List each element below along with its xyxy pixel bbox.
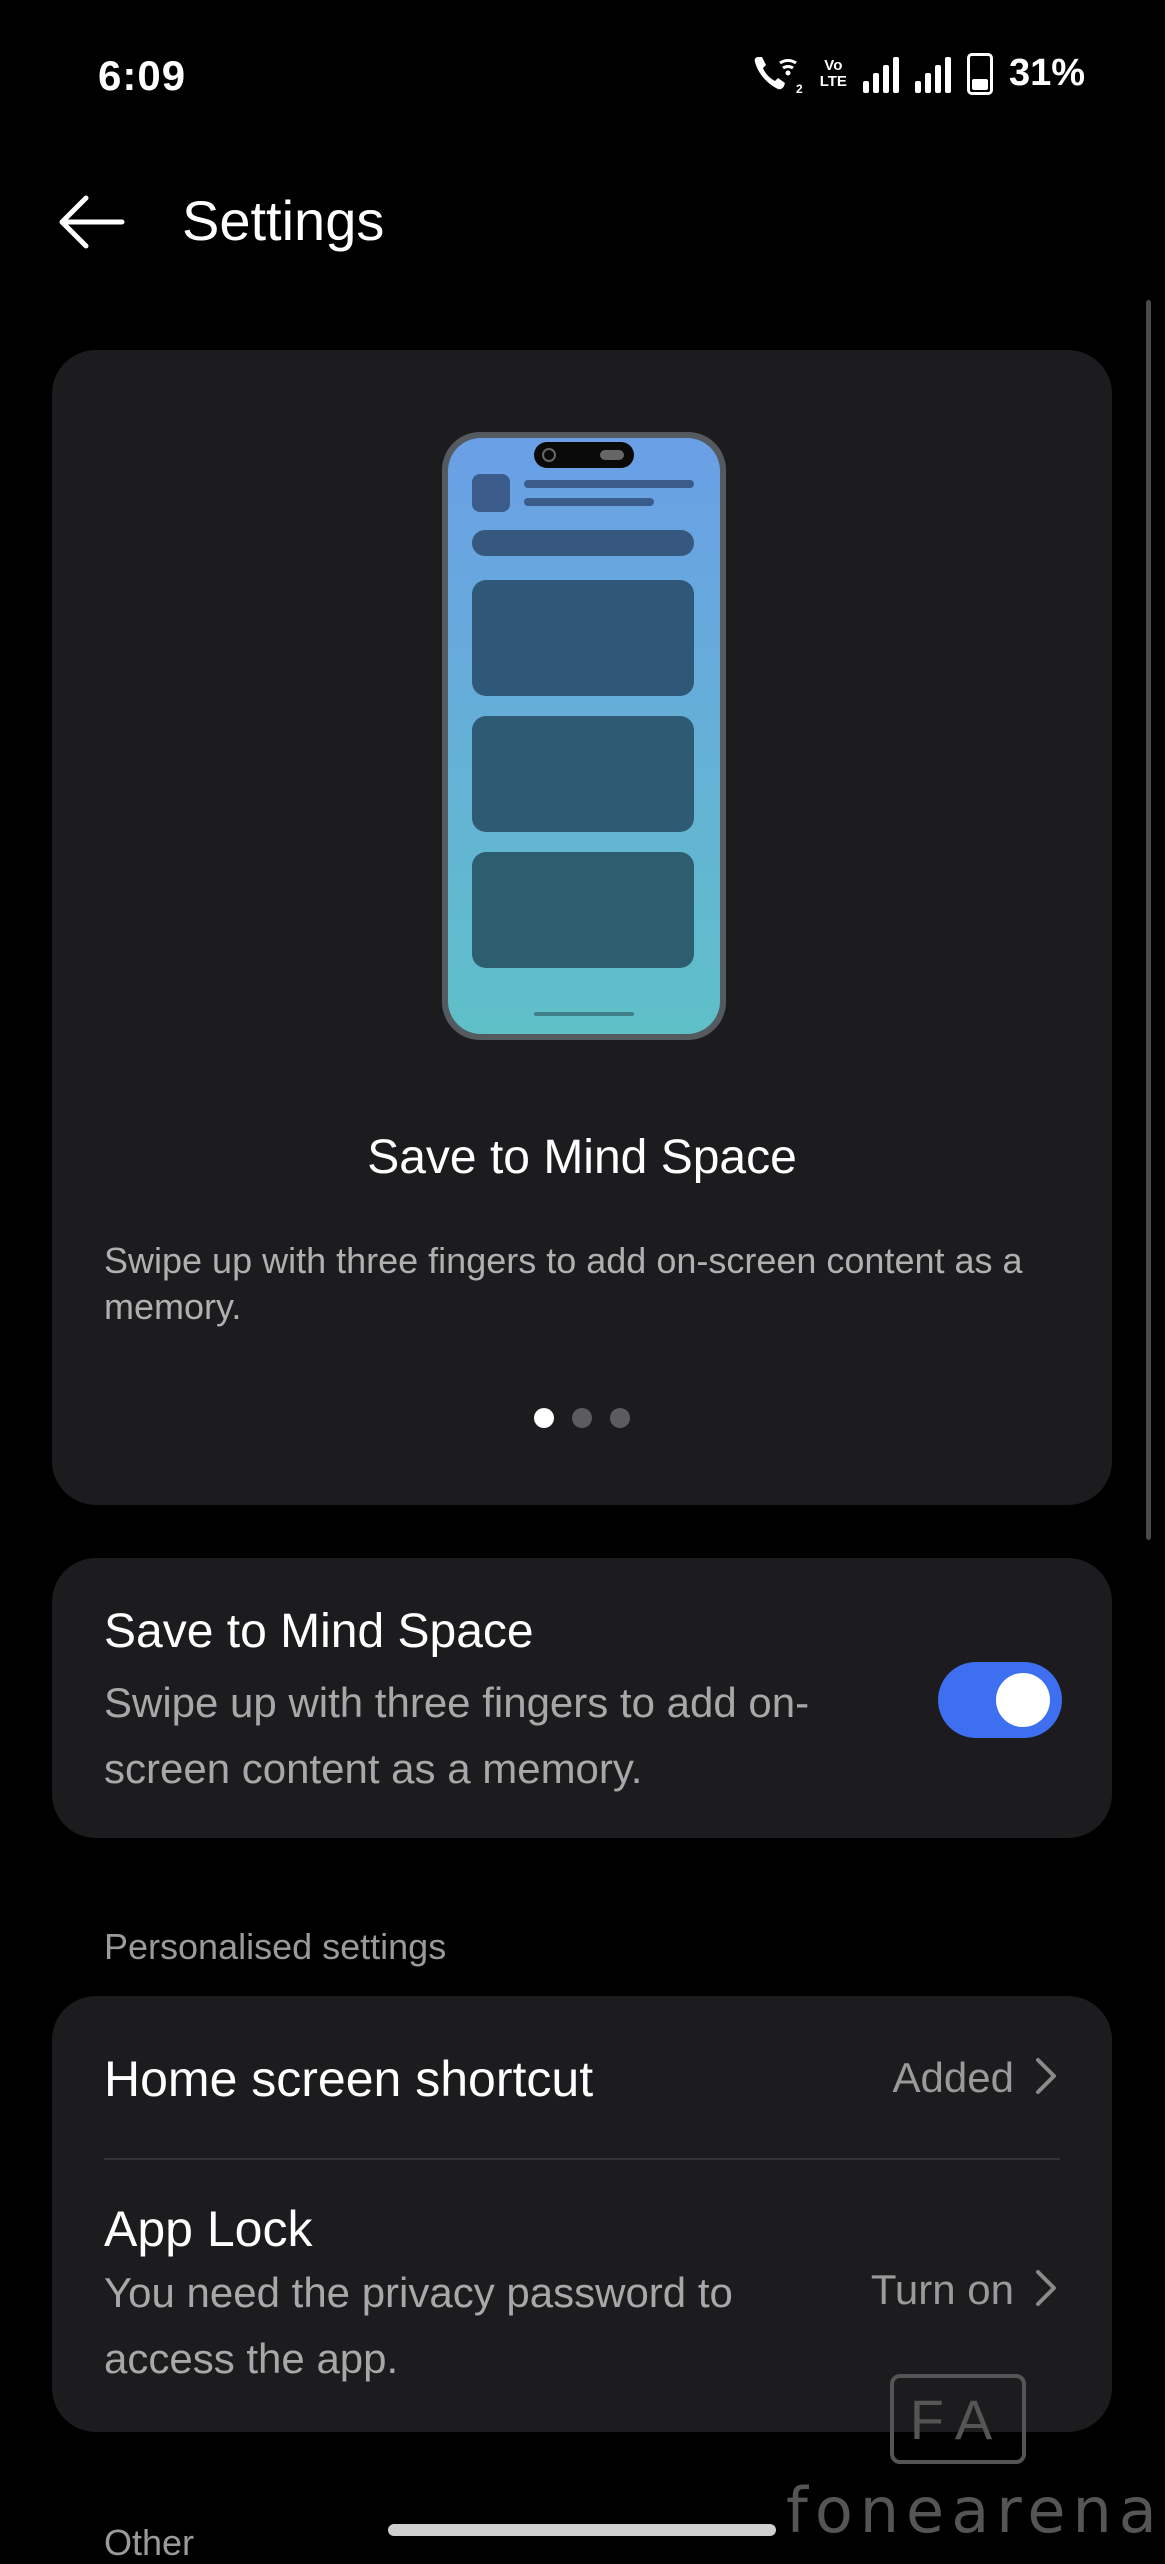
save-to-mind-space-setting[interactable]: Save to Mind Space Swipe up with three f… (52, 1558, 1112, 1838)
chevron-right-icon (1036, 2270, 1056, 2306)
page-dot-3[interactable] (610, 1408, 630, 1428)
status-icons: 2 Vo LTE 31% (752, 52, 1085, 95)
watermark: FA fonearena (786, 2358, 1165, 2560)
status-bar: 6:09 2 Vo LTE 31% (0, 0, 1165, 150)
scrollbar[interactable] (1146, 300, 1151, 1540)
page-indicator[interactable] (52, 1408, 1112, 1428)
app-lock-description: You need the privacy password to access … (104, 2269, 733, 2382)
volte-icon: Vo LTE (819, 56, 847, 90)
section-label-other: Other (104, 2522, 195, 2563)
toggle-knob (996, 1673, 1050, 1727)
gesture-home-bar[interactable] (388, 2524, 776, 2536)
status-time: 6:09 (98, 52, 187, 99)
watermark-text: fonearena (786, 2474, 1164, 2547)
feature-intro-card: Save to Mind Space Swipe up with three f… (52, 350, 1112, 1505)
volte-bottom-label: LTE (819, 72, 847, 90)
svg-text:2: 2 (796, 82, 803, 95)
section-label-personalised: Personalised settings (104, 1926, 447, 1967)
wifi-calling-icon: 2 (754, 56, 803, 95)
chevron-right-icon (1036, 2058, 1056, 2094)
home-screen-shortcut-title: Home screen shortcut (104, 2051, 594, 2107)
app-lock-title: App Lock (104, 2201, 313, 2257)
page-title: Settings (182, 189, 385, 252)
battery-percent: 31% (1008, 52, 1085, 94)
setting-title: Save to Mind Space (104, 1605, 534, 1658)
watermark-logo: FA (890, 2374, 1026, 2464)
save-to-mind-space-toggle[interactable] (938, 1662, 1062, 1738)
signal-icon-sim2 (914, 55, 951, 93)
page-dot-2[interactable] (572, 1408, 592, 1428)
app-lock-value: Turn on (870, 2266, 1014, 2313)
page-dot-1[interactable] (534, 1408, 554, 1428)
home-screen-shortcut-row[interactable]: Home screen shortcut Added (52, 1996, 1112, 2158)
back-arrow-icon[interactable] (52, 180, 132, 260)
top-app-bar: Settings (0, 170, 1165, 280)
volte-top-label: Vo (824, 56, 843, 74)
intro-description: Swipe up with three fingers to add on-sc… (104, 1240, 1023, 1327)
intro-title: Save to Mind Space (367, 1131, 797, 1184)
signal-icon-sim1 (862, 55, 899, 93)
phone-illustration (442, 432, 726, 1040)
setting-description: Swipe up with three fingers to add on-sc… (104, 1679, 810, 1792)
battery-icon (966, 52, 993, 95)
home-screen-shortcut-value: Added (892, 2054, 1014, 2101)
